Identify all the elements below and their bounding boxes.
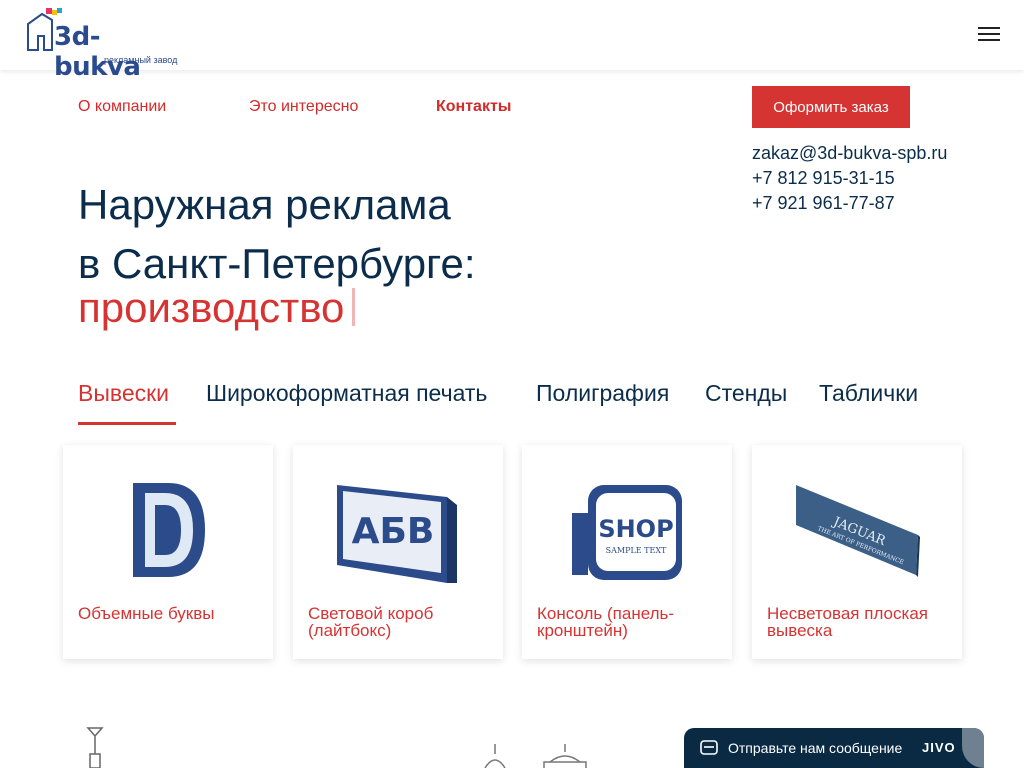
letter-d-image: [133, 483, 205, 577]
tab-printing[interactable]: Полиграфия: [536, 380, 669, 407]
lightbox-image: АБВ: [337, 485, 457, 583]
tab-wide-format-print[interactable]: Широкоформатная печать: [206, 380, 487, 407]
lightbox-text: АБВ: [352, 511, 435, 552]
phone-link-1[interactable]: +7 812 915-31-15: [752, 166, 947, 191]
card-title: Световой короб (лайтбокс): [308, 604, 434, 640]
nav-item-contacts[interactable]: Контакты: [436, 98, 511, 116]
order-button[interactable]: Оформить заказ: [752, 86, 910, 128]
active-tab-underline: [78, 422, 176, 425]
top-bar: 3d-bukva рекламный завод: [0, 0, 1024, 82]
hero-line-1: Наружная реклама: [78, 181, 451, 228]
chat-brand: JIVO: [922, 740, 956, 755]
product-card-flat-sign[interactable]: JAGUAR THE ART OF PERFORMANCE Несветовая…: [752, 445, 962, 659]
logo[interactable]: 3d-bukva рекламный завод: [24, 6, 184, 82]
message-icon: [700, 740, 718, 755]
shop-console-image: SHOP SAMPLE TEXT: [572, 485, 682, 580]
product-card-lightbox[interactable]: АБВ Световой короб (лайтбокс): [293, 445, 503, 659]
contacts-block: zakaz@3d-bukva-spb.ru +7 812 915-31-15 +…: [752, 141, 947, 216]
hero-line-2: в Санкт-Петербурге: производство: [78, 242, 638, 330]
card-title: Объемные буквы: [78, 604, 215, 623]
logo-subtitle: рекламный завод: [104, 55, 178, 65]
phone-link-2[interactable]: +7 921 961-77-87: [752, 191, 947, 216]
hero-accent: производство: [78, 284, 345, 331]
lamps-icon: [484, 744, 587, 768]
product-card-console[interactable]: SHOP SAMPLE TEXT Консоль (панель-кронште…: [522, 445, 732, 659]
nav-item-about[interactable]: О компании: [78, 98, 166, 116]
chat-widget[interactable]: Отправьте нам сообщение JIVO: [684, 728, 984, 768]
tab-signs[interactable]: Вывески: [78, 380, 169, 407]
card-title: Несветовая плоская вывеска: [767, 604, 928, 640]
tab-stands[interactable]: Стенды: [705, 380, 787, 407]
chat-label: Отправьте нам сообщение: [728, 740, 903, 756]
chat-corner: [962, 728, 984, 768]
menu-icon[interactable]: [978, 27, 1000, 43]
jaguar-plate-image: JAGUAR THE ART OF PERFORMANCE: [796, 485, 920, 577]
logo-text: 3d-bukva: [54, 22, 141, 82]
shop-subtext: SAMPLE TEXT: [606, 546, 667, 555]
tab-plates[interactable]: Таблички: [819, 380, 918, 407]
nav-item-interesting[interactable]: Это интересно: [249, 98, 358, 116]
product-card-volume-letters[interactable]: Объемные буквы: [63, 445, 273, 659]
hero-heading: Наружная реклама в Санкт-Петербурге: про…: [78, 182, 638, 330]
shop-text: SHOP: [598, 515, 673, 543]
typing-caret: [352, 288, 356, 326]
email-link[interactable]: zakaz@3d-bukva-spb.ru: [752, 141, 947, 166]
card-title: Консоль (панель-кронштейн): [537, 604, 675, 640]
statue-icon: [86, 727, 104, 768]
hero-line-2-text: в Санкт-Петербурге:: [78, 240, 476, 287]
